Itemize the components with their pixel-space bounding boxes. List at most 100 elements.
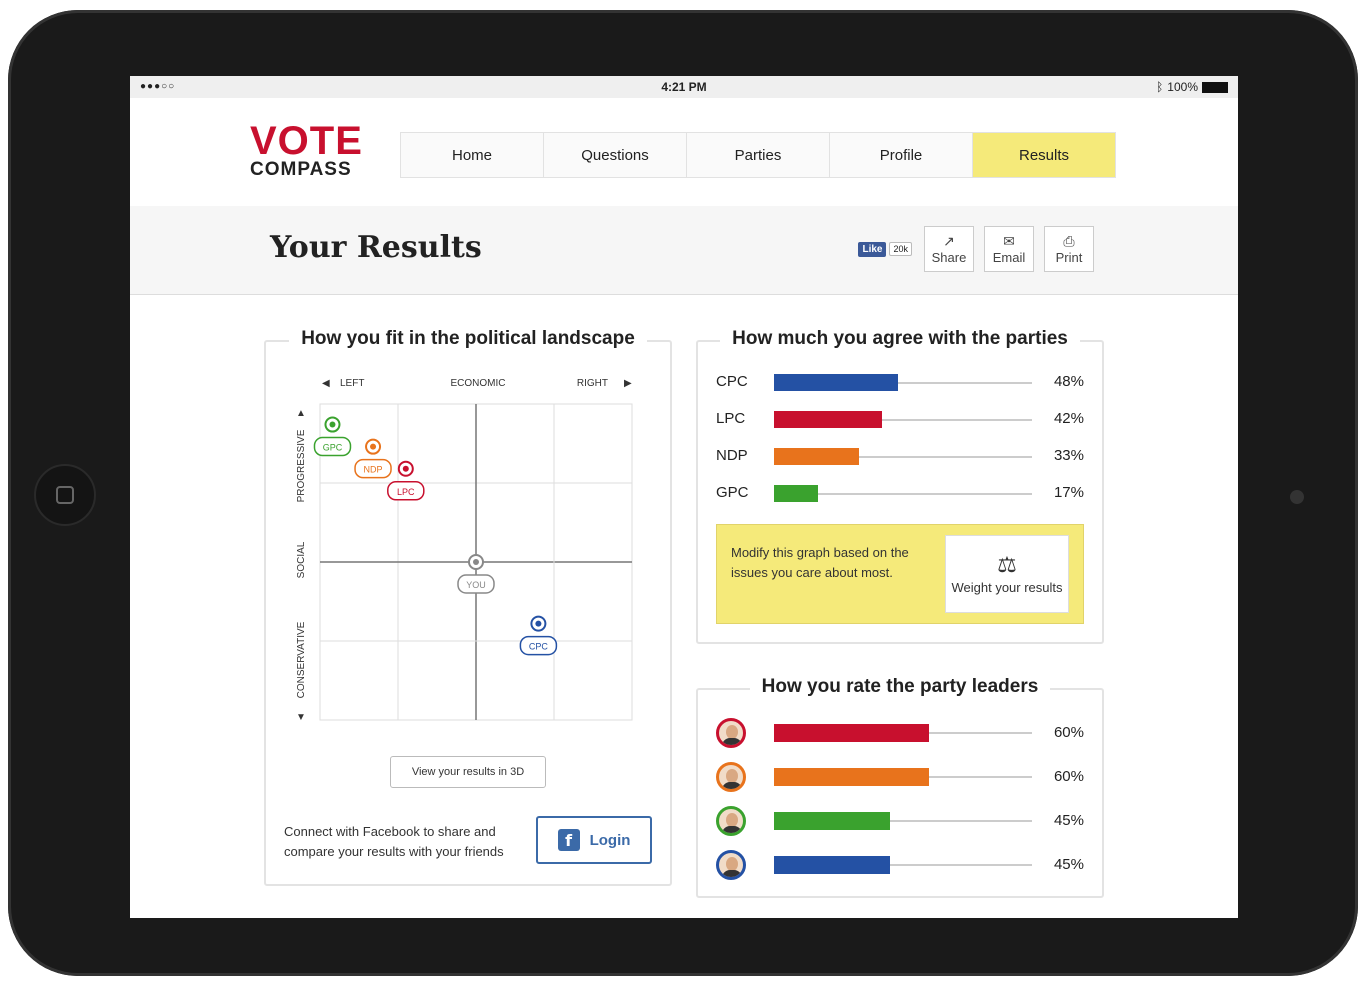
point-label: NDP	[364, 465, 383, 475]
view-3d-button[interactable]: View your results in 3D	[390, 756, 546, 788]
status-time: 4:21 PM	[661, 80, 707, 94]
leader-row: 45%	[698, 806, 1102, 836]
tab-profile[interactable]: Profile	[830, 133, 973, 177]
printer-icon: ⎙	[1063, 232, 1075, 249]
logo-line1: VOTE	[250, 119, 363, 163]
agree-row-lpc: LPC 42%	[698, 407, 1102, 431]
bar-fill	[774, 812, 891, 830]
leader-avatar[interactable]	[716, 806, 746, 836]
bar-fill	[774, 485, 818, 502]
print-button[interactable]: ⎙ Print	[1044, 226, 1094, 272]
landscape-chart: LEFT ◀ ECONOMIC RIGHT ▶ ▲ ▼ PROGRESSIVE …	[296, 378, 633, 723]
party-percent: 33%	[1053, 447, 1084, 464]
y-bottom-label: CONSERVATIVE	[296, 621, 307, 698]
party-percent: 48%	[1053, 373, 1084, 390]
bar-fill	[774, 374, 898, 391]
leader-avatar[interactable]	[716, 718, 746, 748]
party-label: CPC	[716, 373, 748, 390]
page-title: Your Results	[270, 230, 482, 265]
tab-questions[interactable]: Questions	[544, 133, 687, 177]
logo-line2: COMPASS	[250, 159, 352, 180]
bar-fill	[774, 411, 883, 428]
x-left-label: LEFT	[340, 378, 364, 389]
point-label: GPC	[323, 443, 343, 453]
like-count: 20k	[889, 242, 912, 256]
screen: ●●●○○ 4:21 PM ᛒ 100% VOTE COMPASS Home Q…	[130, 76, 1238, 918]
avatar-face	[726, 769, 738, 783]
leader-percent: 45%	[1053, 812, 1084, 829]
down-arrow-icon: ▼	[296, 712, 306, 723]
tab-results[interactable]: Results	[973, 133, 1115, 177]
point-dot	[370, 443, 377, 450]
scales-icon: ⚖	[997, 551, 1017, 577]
bluetooth-icon: ᛒ	[1156, 80, 1164, 94]
x-center-label: ECONOMIC	[451, 378, 506, 389]
leaders-title: How you rate the party leaders	[749, 676, 1051, 697]
weight-text: Modify this graph based on the issues yo…	[731, 545, 909, 580]
point-label: LPC	[397, 487, 415, 497]
agree-row-ndp: NDP 33%	[698, 444, 1102, 468]
weight-button-label: Weight your results	[951, 579, 1063, 595]
share-label: Share	[931, 249, 967, 265]
avatar-body	[722, 870, 742, 877]
party-label: LPC	[716, 410, 746, 427]
battery-percent: 100%	[1167, 80, 1198, 94]
like-label: Like	[858, 241, 887, 257]
point-label: CPC	[529, 642, 549, 652]
point-dot	[473, 559, 479, 565]
y-top-label: PROGRESSIVE	[296, 429, 307, 502]
share-icon: ↗	[943, 232, 955, 249]
email-button[interactable]: ✉ Email	[984, 226, 1034, 272]
landscape-panel: How you fit in the political landscape L…	[264, 328, 672, 886]
print-label: Print	[1055, 249, 1083, 265]
main-nav: Home Questions Parties Profile Results	[400, 132, 1116, 178]
leader-avatar[interactable]	[716, 762, 746, 792]
vote-compass-logo[interactable]: VOTE COMPASS	[250, 119, 363, 180]
bar-fill	[774, 724, 929, 742]
login-label: Login	[589, 831, 631, 849]
facebook-connect-text: Connect with Facebook to share and compa…	[284, 824, 504, 859]
avatar-body	[722, 782, 742, 789]
agree-row-cpc: CPC 48%	[698, 370, 1102, 394]
agree-row-gpc: GPC 17%	[698, 481, 1102, 505]
leader-percent: 45%	[1053, 856, 1084, 873]
right-arrow-icon: ▶	[624, 378, 632, 389]
facebook-like-button[interactable]: Like 20k	[858, 241, 912, 257]
x-right-label: RIGHT	[577, 378, 608, 389]
leader-row: 45%	[698, 850, 1102, 880]
point-dot	[402, 465, 409, 472]
leader-percent: 60%	[1053, 724, 1084, 741]
tab-parties[interactable]: Parties	[687, 133, 830, 177]
party-label: NDP	[716, 447, 748, 464]
point-label: YOU	[466, 580, 486, 590]
up-arrow-icon: ▲	[296, 408, 306, 419]
social-actions: Like 20k ↗ Share ✉ Email ⎙ Print	[858, 226, 1094, 272]
title-bar: Your Results Like 20k ↗ Share ✉ Email ⎙ …	[130, 206, 1238, 295]
bar-fill	[774, 448, 860, 465]
home-square-icon	[56, 486, 74, 504]
y-center-label: SOCIAL	[296, 541, 307, 578]
status-bar: ●●●○○ 4:21 PM ᛒ 100%	[130, 76, 1238, 98]
camera-icon	[1290, 490, 1304, 504]
site-header: VOTE COMPASS Home Questions Parties Prof…	[130, 98, 1238, 207]
bar-fill	[774, 856, 891, 874]
bar-fill	[774, 768, 929, 786]
battery-icon	[1202, 81, 1228, 93]
facebook-icon: f	[557, 829, 580, 851]
agree-title: How much you agree with the parties	[720, 328, 1080, 349]
party-percent: 42%	[1053, 410, 1084, 427]
leaders-panel: How you rate the party leaders 60% 60% 45%…	[696, 676, 1104, 898]
leader-percent: 60%	[1053, 768, 1084, 785]
avatar-face	[726, 857, 738, 871]
share-button[interactable]: ↗ Share	[924, 226, 974, 272]
left-arrow-icon: ◀	[322, 378, 330, 389]
avatar-body	[722, 738, 742, 745]
facebook-login-button[interactable]: f Login	[536, 816, 652, 864]
home-button[interactable]	[34, 464, 96, 526]
agree-panel: How much you agree with the parties CPC 4…	[696, 328, 1104, 644]
leader-avatar[interactable]	[716, 850, 746, 880]
weight-results-button[interactable]: ⚖ Weight your results	[945, 535, 1069, 613]
envelope-icon: ✉	[1003, 232, 1015, 249]
leader-row: 60%	[698, 718, 1102, 748]
tab-home[interactable]: Home	[401, 133, 544, 177]
